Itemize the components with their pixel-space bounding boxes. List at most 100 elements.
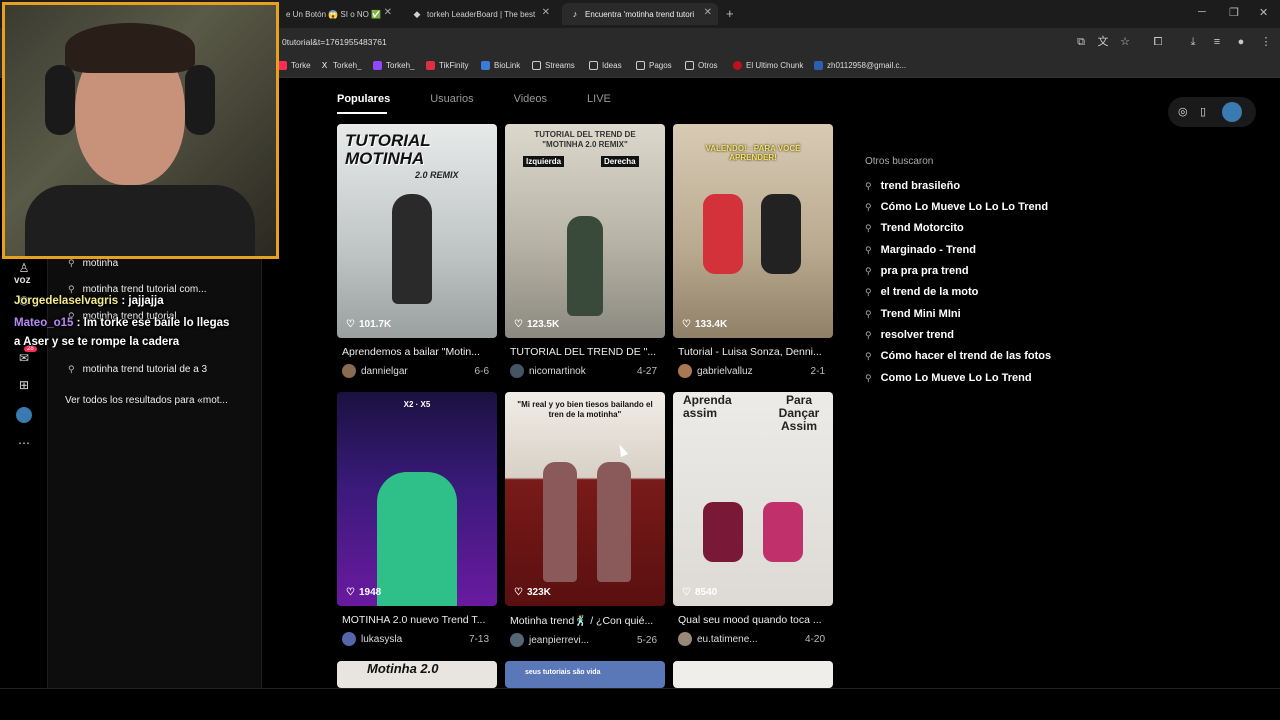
search-icon: ⚲ [68, 284, 75, 294]
tab-usuarios[interactable]: Usuarios [430, 93, 473, 105]
new-tab-icon[interactable]: + [726, 6, 734, 21]
username[interactable]: jeanpierrevi... [529, 635, 589, 646]
upload-icon[interactable]: ⊞ [16, 377, 32, 393]
video-card[interactable]: Aprenda assim Para Dançar Assim ♡ 8540 Qu… [673, 392, 833, 646]
video-thumbnail[interactable]: "Mi real y yo bien tiesos bailando el tr… [505, 392, 665, 606]
bookmark-folder[interactable]: Streams [532, 61, 575, 70]
suggestion-item[interactable]: ⚲ motinha [68, 258, 118, 269]
browser-tab-active[interactable]: ♪ Encuentra 'motinha trend tutori ✕ [562, 3, 718, 25]
more-icon[interactable]: ⋯ [16, 435, 32, 451]
username[interactable]: gabrielvalluz [697, 366, 753, 377]
trend-item[interactable]: ⚲ Trend Motorcito [865, 222, 964, 234]
trend-item[interactable]: ⚲ Cómo hacer el trend de las fotos [865, 350, 1051, 362]
video-card[interactable]: TUTORIAL DEL TREND DE "MOTINHA 2.0 REMIX… [505, 124, 665, 378]
profile-icon[interactable]: ● [1234, 35, 1248, 49]
avatar[interactable] [1222, 102, 1242, 122]
username[interactable]: lukasysla [361, 634, 402, 645]
star-icon[interactable]: ☆ [1118, 35, 1132, 49]
video-thumbnail[interactable]: TUTORIAL MOTINHA 2.0 REMIX ♡ 101.7K [337, 124, 497, 338]
avatar[interactable] [678, 364, 692, 378]
video-card[interactable]: seus tutoriais são vida [505, 661, 665, 688]
video-thumbnail[interactable]: TUTORIAL DEL TREND DE "MOTINHA 2.0 REMIX… [505, 124, 665, 338]
minimize-icon[interactable]: ─ [1198, 6, 1206, 18]
bookmark[interactable]: Torke [278, 61, 311, 70]
bookmark-folder[interactable]: Pagos [636, 61, 672, 70]
search-icon: ⚲ [865, 222, 872, 233]
suggestion-item[interactable]: ⚲ motinha trend tutorial de a 3 [68, 364, 207, 375]
search-icon: ⚲ [865, 265, 872, 276]
video-caption[interactable]: Tutorial - Luisa Sonza, Denni... [673, 346, 833, 358]
bookmark-folder[interactable]: Otros [685, 61, 718, 70]
video-card[interactable]: "Mi real y yo bien tiesos bailando el tr… [505, 392, 665, 647]
video-caption[interactable]: Qual seu mood quando toca ... [673, 614, 833, 626]
bookmark[interactable]: BioLink [481, 61, 520, 70]
video-card[interactable]: TUTORIAL MOTINHA 2.0 REMIX ♡ 101.7K Apren… [337, 124, 497, 378]
right-sidebar: ◎ ▯ Otros buscaron ⚲ trend brasileño ⚲ Cóm… [850, 78, 1280, 688]
video-thumbnail[interactable]: seus tutoriais são vida [505, 661, 665, 688]
suggestion-item[interactable]: ⚲ motinha trend tutorial com... [68, 284, 207, 295]
extensions-icon[interactable]: ⧠ [1151, 35, 1165, 49]
cast-icon[interactable]: ⧉ [1074, 35, 1088, 49]
video-card[interactable]: Motinha 2.0 [337, 661, 497, 688]
url-field[interactable]: 0tutorial&t=1761955483761 [282, 37, 387, 47]
trend-item[interactable]: ⚲ Marginado - Trend [865, 244, 976, 256]
window-close-icon[interactable]: ✕ [1259, 6, 1268, 19]
video-thumbnail[interactable]: Motinha 2.0 [337, 661, 497, 688]
video-thumbnail[interactable]: VALENDO! · PARA VOCÊ APRENDER! ♡ 133.4K [673, 124, 833, 338]
video-caption[interactable]: Motinha trend🕺 / ¿Con quié... [505, 614, 665, 627]
restore-icon[interactable]: ❐ [1229, 6, 1239, 19]
video-caption[interactable]: MOTINHA 2.0 nuevo Trend T... [337, 614, 497, 626]
video-card[interactable] [673, 661, 833, 688]
bookmark[interactable]: Torkeh_ [373, 61, 414, 70]
dancer-figure [761, 194, 801, 274]
avatar[interactable] [342, 632, 356, 646]
avatar[interactable] [678, 632, 692, 646]
close-icon[interactable]: ✕ [542, 7, 550, 18]
folder-icon [636, 61, 645, 70]
trend-item[interactable]: ⚲ pra pra pra trend [865, 265, 969, 277]
avatar[interactable] [510, 633, 524, 647]
download-icon[interactable]: ⤓ [1186, 35, 1200, 49]
video-caption[interactable]: TUTORIAL DEL TREND DE "... [505, 346, 665, 358]
translate-icon[interactable]: 文 [1096, 35, 1110, 49]
inbox-icon[interactable]: ✉ [16, 350, 32, 366]
tab-videos[interactable]: Videos [514, 93, 547, 105]
browser-tab[interactable]: e Un Botón 😱 SI o NO ✅ ✕ [278, 3, 398, 25]
close-icon[interactable]: ✕ [704, 7, 712, 18]
media-icon[interactable]: ≡ [1210, 35, 1224, 49]
bookmark[interactable]: El Ultimo Chunk [733, 61, 803, 70]
trend-item[interactable]: ⚲ Como Lo Mueve Lo Lo Trend [865, 372, 1032, 384]
tab-populares[interactable]: Populares [337, 93, 390, 105]
username[interactable]: nicomartinok [529, 366, 586, 377]
video-card[interactable]: VALENDO! · PARA VOCÊ APRENDER! ♡ 133.4K T… [673, 124, 833, 378]
bookmark-folder[interactable]: Ideas [589, 61, 622, 70]
close-icon[interactable]: ✕ [384, 7, 392, 18]
video-thumbnail[interactable]: X2 · X5 ♡ 1948 [337, 392, 497, 606]
username[interactable]: eu.tatimene... [697, 634, 758, 645]
heart-icon: ♡ [682, 319, 691, 330]
user-icon[interactable]: ♙ [16, 260, 32, 276]
coin-icon[interactable]: ◎ [1178, 105, 1188, 118]
dancer-figure [597, 462, 631, 582]
bookmark[interactable]: X Torkeh_ [320, 61, 362, 70]
trend-item[interactable]: ⚲ trend brasileño [865, 180, 960, 192]
video-card[interactable]: X2 · X5 ♡ 1948 MOTINHA 2.0 nuevo Trend T.… [337, 392, 497, 646]
phone-icon[interactable]: ▯ [1200, 105, 1206, 118]
menu-icon[interactable]: ⋮ [1259, 35, 1273, 49]
video-thumbnail[interactable]: Aprenda assim Para Dançar Assim ♡ 8540 [673, 392, 833, 606]
trend-item[interactable]: ⚲ Trend Mini MIni [865, 308, 961, 320]
trend-item[interactable]: ⚲ resolver trend [865, 329, 954, 341]
bookmark[interactable]: TikFinity [426, 61, 468, 70]
tab-live[interactable]: LIVE [587, 93, 611, 105]
bookmark[interactable]: zh0112958@gmail.c... [814, 61, 906, 70]
browser-tab[interactable]: ◆ torkeh LeaderBoard | The best ✕ [404, 3, 556, 25]
trend-item[interactable]: ⚲ el trend de la moto [865, 286, 978, 298]
video-caption[interactable]: Aprendemos a bailar "Motin... [337, 346, 497, 358]
video-thumbnail[interactable] [673, 661, 833, 688]
avatar[interactable] [510, 364, 524, 378]
see-all-results-link[interactable]: Ver todos los resultados para «mot... [65, 395, 228, 406]
trend-item[interactable]: ⚲ Cómo Lo Mueve Lo Lo Lo Trend [865, 201, 1048, 213]
avatar[interactable] [16, 407, 32, 423]
username[interactable]: dannielgar [361, 366, 408, 377]
avatar[interactable] [342, 364, 356, 378]
